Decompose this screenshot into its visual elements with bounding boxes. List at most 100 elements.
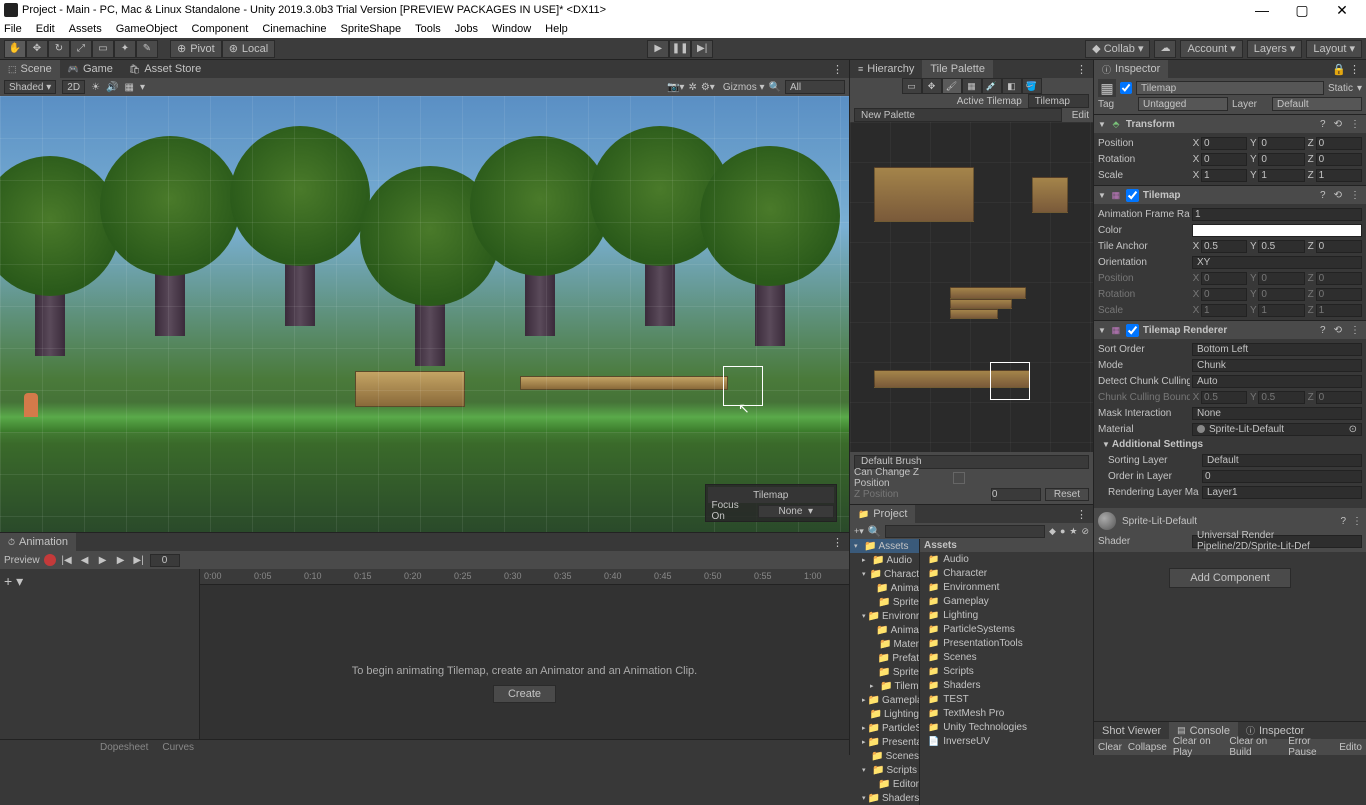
record-button[interactable] — [44, 554, 56, 566]
project-filter-label[interactable]: ● — [1060, 526, 1065, 536]
mask-interaction-dropdown[interactable]: None — [1192, 407, 1362, 420]
pause-button[interactable]: ❚❚ — [669, 40, 691, 58]
transform-pos-z[interactable] — [1316, 137, 1362, 150]
scene-light-icon[interactable]: ☀ — [91, 82, 100, 93]
renderer-enabled[interactable] — [1126, 324, 1139, 337]
menu-assets[interactable]: Assets — [69, 23, 102, 35]
hand-tool-button[interactable]: ✋ — [4, 40, 26, 58]
project-list-item[interactable]: 📁Character — [920, 566, 1093, 580]
scene-search-input[interactable] — [785, 80, 845, 94]
transform-tool-button[interactable]: ✦ — [114, 40, 136, 58]
project-hidden[interactable]: ⊘ — [1081, 526, 1089, 537]
component-reset-icon[interactable]: ⟲ — [1332, 119, 1344, 130]
project-tree-node[interactable]: 📁Scenes — [850, 749, 919, 763]
tile-palette-view[interactable] — [850, 122, 1093, 452]
menu-edit[interactable]: Edit — [36, 23, 55, 35]
project-filter-fav[interactable]: ★ — [1069, 526, 1077, 537]
shader-dropdown[interactable]: Universal Render Pipeline/2D/Sprite-Lit-… — [1192, 535, 1362, 548]
project-tab-menu[interactable]: ⋮ — [1070, 508, 1093, 521]
project-tree-node[interactable]: 📁Sprite — [850, 665, 919, 679]
palette-tab-menu[interactable]: ⋮ — [1070, 63, 1093, 76]
pivot-toggle[interactable]: ⊕Pivot — [170, 40, 222, 58]
mode-dropdown[interactable]: Chunk — [1192, 359, 1362, 372]
project-tree-node[interactable]: ▸📁Tilem — [850, 679, 919, 693]
tab-project[interactable]: 📁Project — [850, 505, 915, 523]
scene-gizmo-icon[interactable]: ✲ — [688, 82, 696, 93]
project-list-item[interactable]: 📁Scripts — [920, 664, 1093, 678]
tab-tile-palette[interactable]: Tile Palette — [922, 60, 993, 78]
project-list-item[interactable]: 📁TEST — [920, 692, 1093, 706]
scene-settings-icon[interactable]: ⚙▾ — [701, 82, 715, 93]
additional-settings-foldout[interactable]: ▼Additional Settings — [1098, 437, 1362, 452]
palette-dropdown[interactable]: New Palette — [854, 108, 1062, 122]
dopesheet-tab[interactable]: Dopesheet — [100, 742, 148, 753]
project-tree-node[interactable]: 📁Sprite — [850, 595, 919, 609]
sorting-layer-dropdown[interactable]: Default — [1202, 454, 1362, 467]
move-tool-button[interactable]: ✥ — [26, 40, 48, 58]
preview-label[interactable]: Preview — [4, 555, 40, 566]
2d-toggle[interactable]: 2D — [62, 80, 85, 94]
transform-header[interactable]: ▼⬘ Transform ? ⟲ ⋮ — [1094, 115, 1366, 133]
animation-ruler[interactable]: 0:00 0:05 0:10 0:15 0:20 0:25 0:30 0:35 … — [200, 569, 849, 585]
tag-dropdown[interactable]: Untagged — [1138, 97, 1228, 111]
project-asset-list[interactable]: Assets 📁Audio📁Character📁Environment📁Game… — [920, 539, 1093, 805]
anim-next-button[interactable]: ▶ — [114, 555, 128, 566]
move-tool[interactable]: ✥ — [922, 78, 942, 94]
project-tree-node[interactable]: ▾📁Scripts — [850, 763, 919, 777]
component-help-icon[interactable]: ? — [1318, 119, 1328, 130]
material-field[interactable]: Sprite-Lit-Default⊙ — [1192, 423, 1362, 436]
tilemap-renderer-header[interactable]: ▼▦ Tilemap Renderer ?⟲⋮ — [1094, 321, 1366, 339]
project-list-item[interactable]: 📁Lighting — [920, 608, 1093, 622]
component-menu-icon[interactable]: ⋮ — [1348, 119, 1362, 130]
transform-pos-y[interactable] — [1258, 137, 1304, 150]
anim-first-button[interactable]: |◀ — [60, 555, 74, 566]
project-tree-node[interactable]: ▸📁ParticleS — [850, 721, 919, 735]
project-tree-node[interactable]: ▸📁Presenta — [850, 735, 919, 749]
tilemap-color-field[interactable] — [1192, 224, 1362, 237]
menu-jobs[interactable]: Jobs — [455, 23, 478, 35]
menu-help[interactable]: Help — [545, 23, 568, 35]
project-filter-type[interactable]: ◆ — [1049, 526, 1056, 537]
order-in-layer-input[interactable] — [1202, 470, 1362, 483]
account-dropdown[interactable]: Account ▾ — [1180, 40, 1242, 58]
overlay-focus-dropdown[interactable]: None ▾ — [758, 505, 834, 518]
tilemap-header[interactable]: ▼▦ Tilemap ?⟲⋮ — [1094, 186, 1366, 204]
project-list-item[interactable]: 📁TextMesh Pro — [920, 706, 1093, 720]
material-help-icon[interactable]: ? — [1340, 516, 1346, 527]
gameobject-enabled-checkbox[interactable] — [1120, 82, 1132, 94]
layers-dropdown[interactable]: Layers ▾ — [1247, 40, 1303, 58]
transform-pos-x[interactable] — [1201, 137, 1247, 150]
collab-dropdown[interactable]: ◆ Collab ▾ — [1085, 40, 1150, 58]
project-tree-node[interactable]: ▾📁Charact — [850, 567, 919, 581]
project-tree-node[interactable]: 📁Prefat — [850, 651, 919, 665]
select-tool[interactable]: ▭ — [902, 78, 922, 94]
menu-component[interactable]: Component — [191, 23, 248, 35]
console-editor[interactable]: Edito — [1339, 742, 1362, 753]
project-tree-node[interactable]: ▾📁Assets — [850, 539, 919, 553]
project-tree-node[interactable]: ▸📁Audio — [850, 553, 919, 567]
transform-rot-x[interactable] — [1201, 153, 1247, 166]
tab-inspector[interactable]: ⓘInspector — [1094, 60, 1168, 78]
inspector-tab-menu[interactable]: 🔒 ⋮ — [1326, 63, 1366, 76]
project-list-item[interactable]: 📁ParticleSystems — [920, 622, 1093, 636]
tab-scene[interactable]: ⬚Scene — [0, 60, 60, 78]
maximize-button[interactable]: ▢ — [1282, 2, 1322, 19]
palette-edit-button[interactable]: Edit — [1072, 110, 1089, 121]
scene-view[interactable]: ↖ Tilemap Focus On None ▾ — [0, 96, 849, 532]
anim-frame-rate-input[interactable] — [1192, 208, 1362, 221]
project-tree-node[interactable]: 📁Lighting — [850, 707, 919, 721]
picker-tool[interactable]: 💉 — [982, 78, 1002, 94]
local-toggle[interactable]: ⊛Local — [222, 40, 276, 58]
anim-last-button[interactable]: ▶| — [132, 555, 146, 566]
rendering-layer-dropdown[interactable]: Layer1 — [1202, 486, 1362, 499]
transform-scale-x[interactable] — [1201, 169, 1247, 182]
layout-dropdown[interactable]: Layout ▾ — [1306, 40, 1362, 58]
cloud-button[interactable]: ☁ — [1154, 40, 1176, 58]
custom-tool-button[interactable]: ✎ — [136, 40, 158, 58]
scale-tool-button[interactable]: ⤢ — [70, 40, 92, 58]
anim-frame-input[interactable] — [150, 554, 180, 567]
project-list-item[interactable]: 📄InverseUV — [920, 734, 1093, 748]
play-button[interactable]: ▶ — [647, 40, 669, 58]
project-tree-node[interactable]: 📁Mater — [850, 637, 919, 651]
gameobject-icon[interactable]: ▦ — [1098, 79, 1116, 97]
